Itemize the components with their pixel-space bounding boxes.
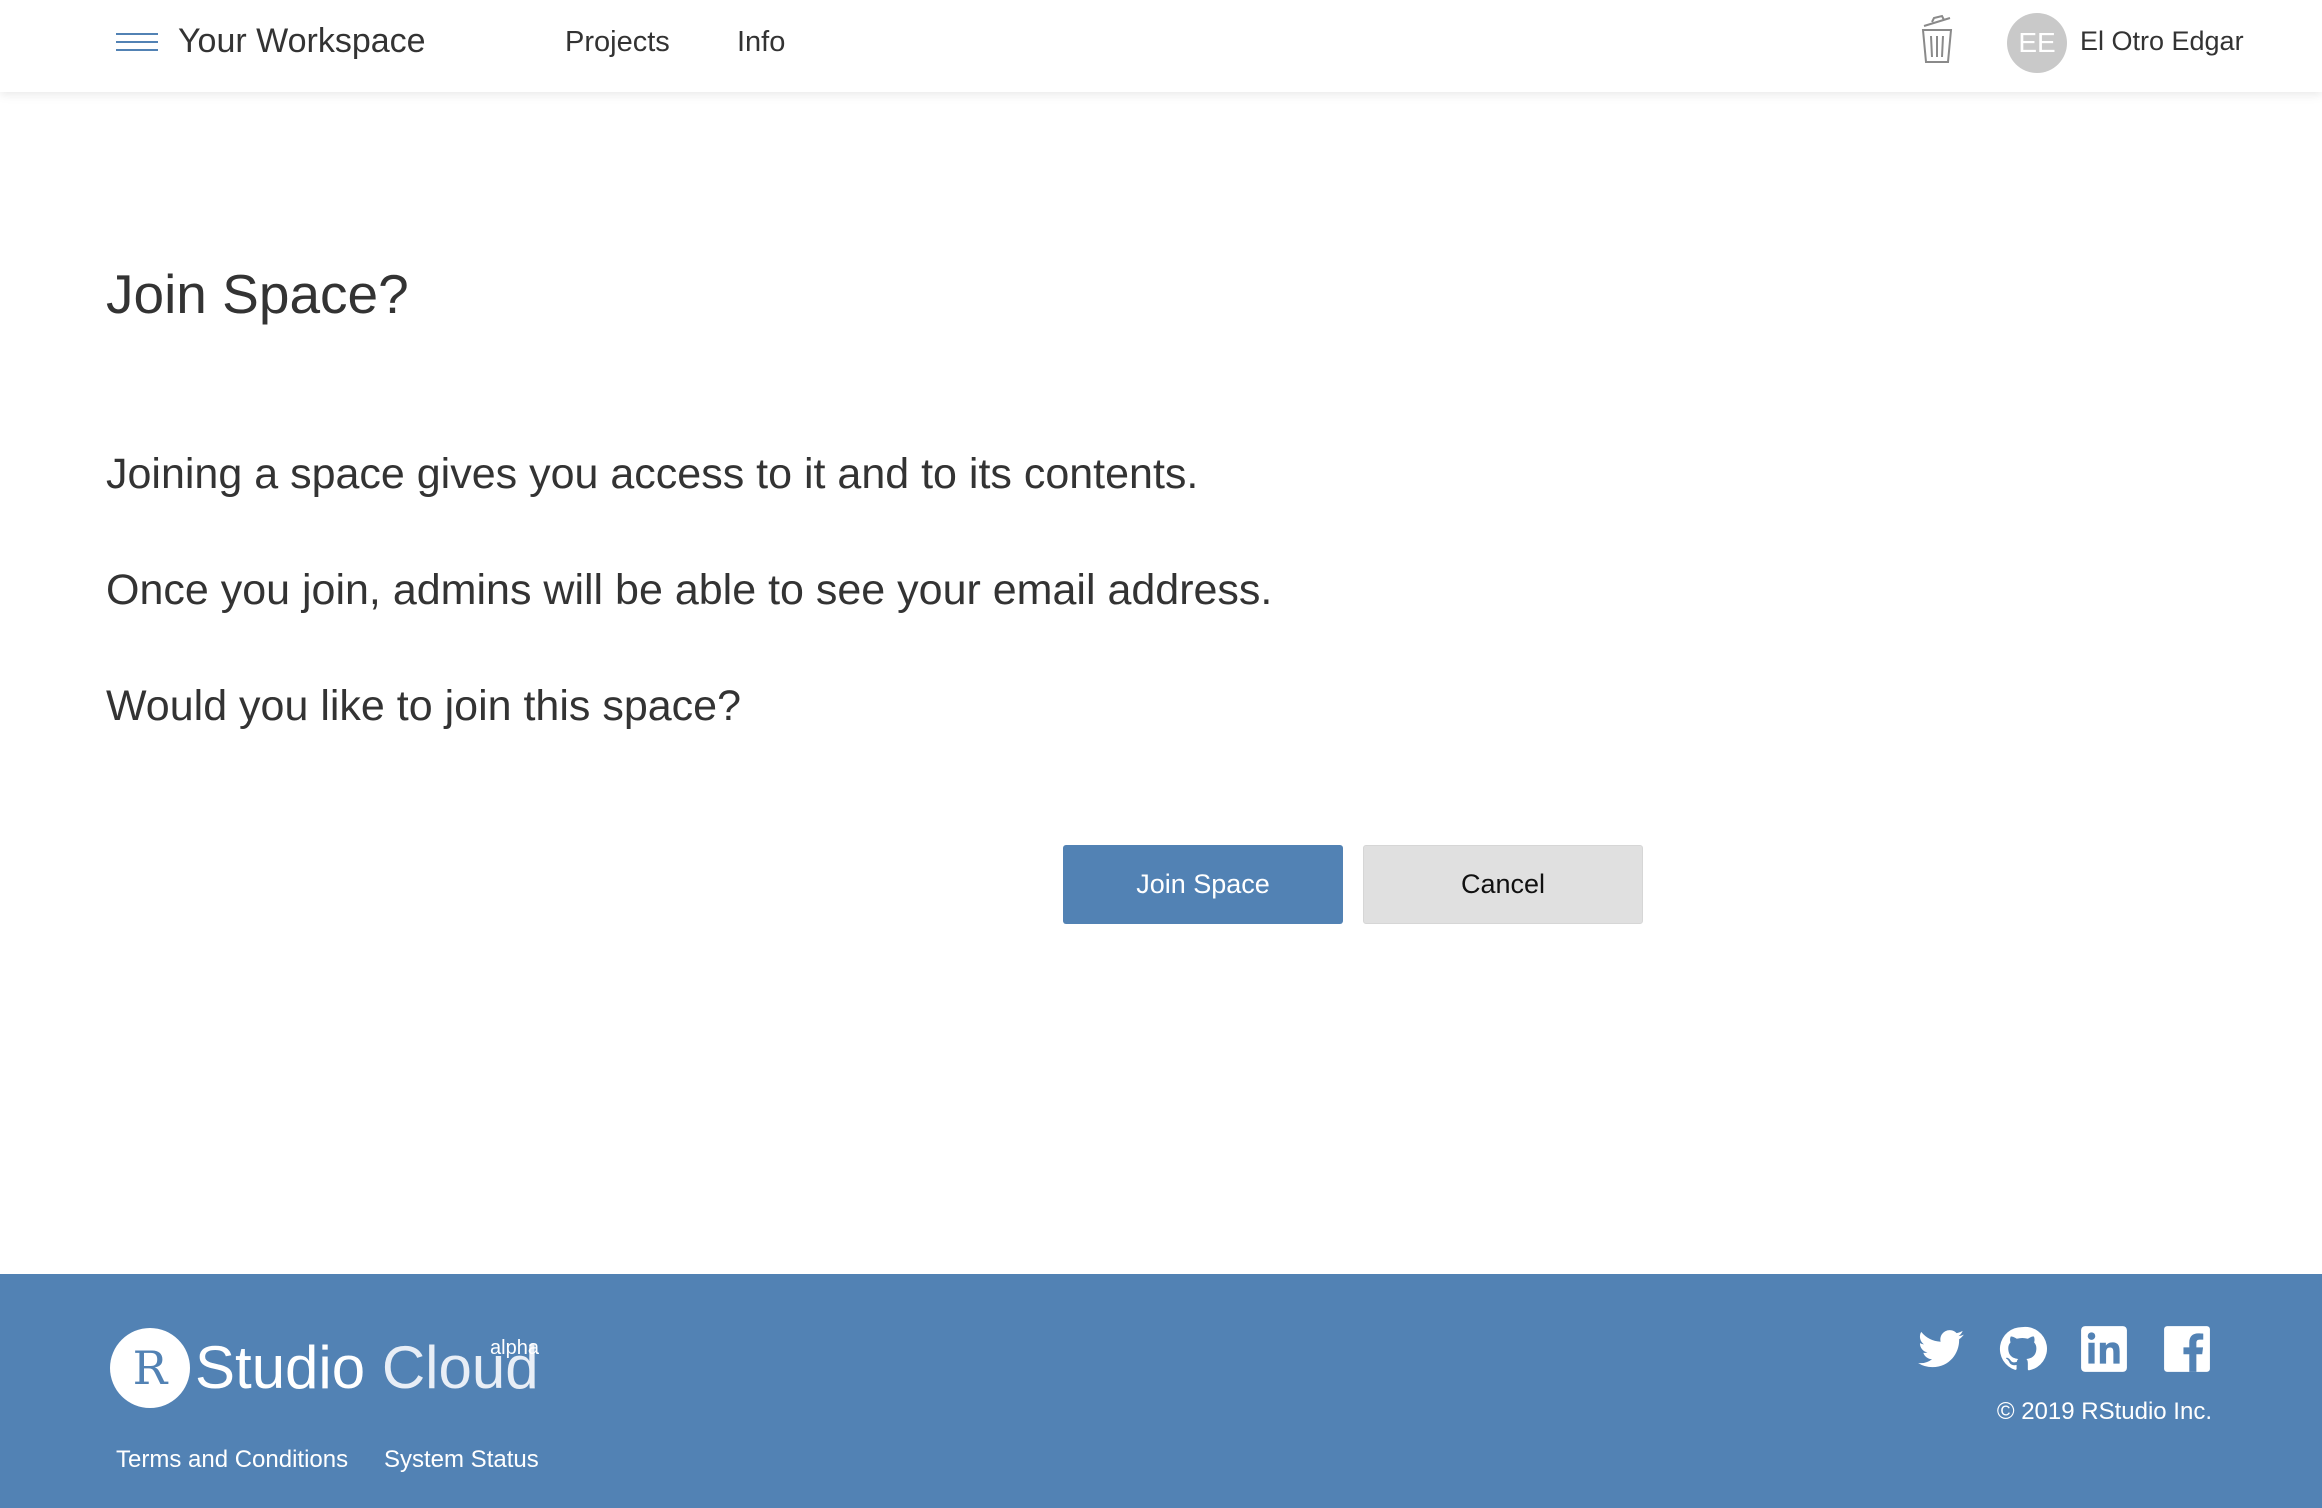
workspace-title[interactable]: Your Workspace <box>178 18 426 64</box>
twitter-icon[interactable] <box>1916 1324 1966 1374</box>
logo-text-studio: Studio <box>195 1334 366 1401</box>
alpha-badge: alpha <box>490 1337 539 1359</box>
user-name[interactable]: El Otro Edgar <box>2080 22 2244 60</box>
hamburger-menu-icon[interactable] <box>116 30 158 54</box>
github-icon[interactable] <box>1997 1324 2047 1374</box>
join-space-button[interactable]: Join Space <box>1063 845 1343 924</box>
rstudio-cloud-logo-text: Studio Cloud <box>195 1332 539 1404</box>
rstudio-logo-icon: R <box>110 1328 190 1408</box>
trash-icon[interactable] <box>1916 14 1958 66</box>
nav-info[interactable]: Info <box>737 22 785 62</box>
nav-projects[interactable]: Projects <box>565 22 670 62</box>
terms-link[interactable]: Terms and Conditions <box>116 1444 348 1476</box>
facebook-icon[interactable] <box>2162 1324 2212 1374</box>
top-bar: Your Workspace Projects Info EE El Otro … <box>0 0 2322 92</box>
avatar[interactable]: EE <box>2007 13 2067 73</box>
confirm-question: Would you like to join this space? <box>106 682 742 730</box>
system-status-link[interactable]: System Status <box>384 1444 539 1476</box>
page: Your Workspace Projects Info EE El Otro … <box>0 0 2322 1508</box>
page-title: Join Space? <box>106 263 409 325</box>
cancel-button[interactable]: Cancel <box>1363 845 1643 924</box>
copyright-text: © 2019 RStudio Inc. <box>1996 1398 2212 1425</box>
linkedin-icon[interactable] <box>2079 1324 2129 1374</box>
info-paragraph-access: Joining a space gives you access to it a… <box>106 450 1199 498</box>
info-paragraph-email: Once you join, admins will be able to se… <box>106 566 1273 614</box>
footer: R Studio Cloud alpha Terms and Condition… <box>0 1274 2322 1508</box>
